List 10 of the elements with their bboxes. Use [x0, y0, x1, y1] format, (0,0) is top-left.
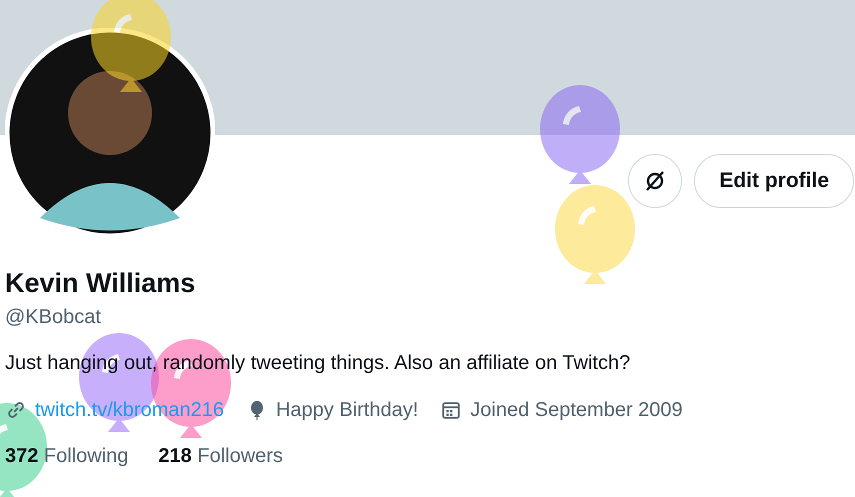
profile-bio: Just hanging out, randomly tweeting things. Also an affiliate on Twitch? — [5, 351, 632, 375]
joined-date: Joined September 2009 — [470, 398, 683, 423]
edit-profile-button[interactable]: Edit profile — [694, 154, 854, 208]
profile-handle: @KBobcat — [5, 305, 102, 329]
calendar-icon — [440, 399, 462, 421]
follow-count-link[interactable]: 218 Followers — [158, 443, 283, 469]
birthday-text: Happy Birthday! — [276, 398, 418, 423]
link-icon — [5, 399, 27, 421]
follow-count-link[interactable]: 372 Following — [5, 443, 128, 469]
profile-name: Kevin Williams — [5, 267, 196, 299]
